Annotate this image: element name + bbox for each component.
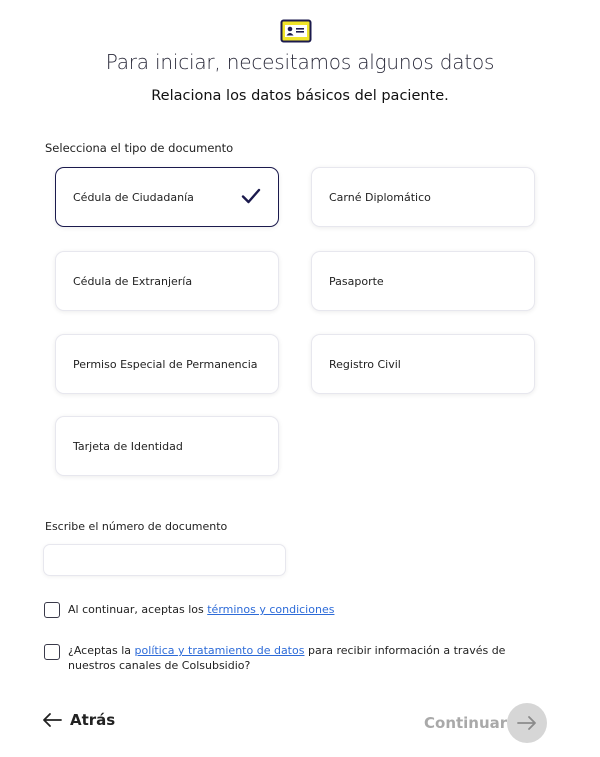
doc-option-cedula-ciudadania[interactable]: Cédula de Ciudadanía (55, 167, 279, 227)
continue-label[interactable]: Continuar (424, 714, 507, 732)
doc-option-pasaporte[interactable]: Pasaporte (311, 251, 535, 311)
doc-option-label: Permiso Especial de Permanencia (73, 357, 258, 371)
doc-option-permiso-especial[interactable]: Permiso Especial de Permanencia (55, 334, 279, 394)
arrow-right-icon (517, 716, 536, 730)
back-button[interactable]: Atrás (42, 711, 115, 729)
id-card-icon (280, 19, 312, 43)
arrow-left-icon (43, 713, 62, 727)
doc-option-label: Tarjeta de Identidad (73, 439, 183, 453)
document-number-label: Escribe el número de documento (45, 520, 228, 533)
page-subtitle: Relaciona los datos básicos del paciente… (151, 88, 449, 104)
terms-text: Al continuar, aceptas los términos y con… (68, 603, 335, 616)
doc-option-carne-diplomatico[interactable]: Carné Diplomático (311, 167, 535, 227)
terms-checkbox[interactable] (44, 602, 60, 618)
doc-option-label: Registro Civil (329, 357, 401, 371)
document-type-label: Selecciona el tipo de documento (45, 141, 234, 155)
doc-option-cedula-extranjeria[interactable]: Cédula de Extranjería (55, 251, 279, 311)
doc-option-label: Cédula de Extranjería (73, 274, 193, 288)
page-title: Para iniciar, necesitamos algunos datos (105, 50, 495, 74)
policy-text: ¿Aceptas la política y tratamiento de da… (68, 644, 506, 672)
doc-option-label: Cédula de Ciudadanía (73, 190, 194, 204)
doc-option-registro-civil[interactable]: Registro Civil (311, 334, 535, 394)
doc-option-tarjeta-identidad[interactable]: Tarjeta de Identidad (55, 416, 279, 476)
back-label: Atrás (70, 711, 116, 729)
doc-option-label: Carné Diplomático (329, 190, 431, 204)
checkmark-icon (241, 188, 261, 204)
document-number-input[interactable] (43, 544, 286, 576)
policy-link[interactable]: política y tratamiento de datos (135, 644, 305, 657)
doc-option-label: Pasaporte (329, 274, 384, 288)
policy-checkbox[interactable] (44, 644, 60, 660)
terms-link[interactable]: términos y condiciones (207, 603, 334, 616)
continue-button[interactable] (507, 703, 547, 743)
